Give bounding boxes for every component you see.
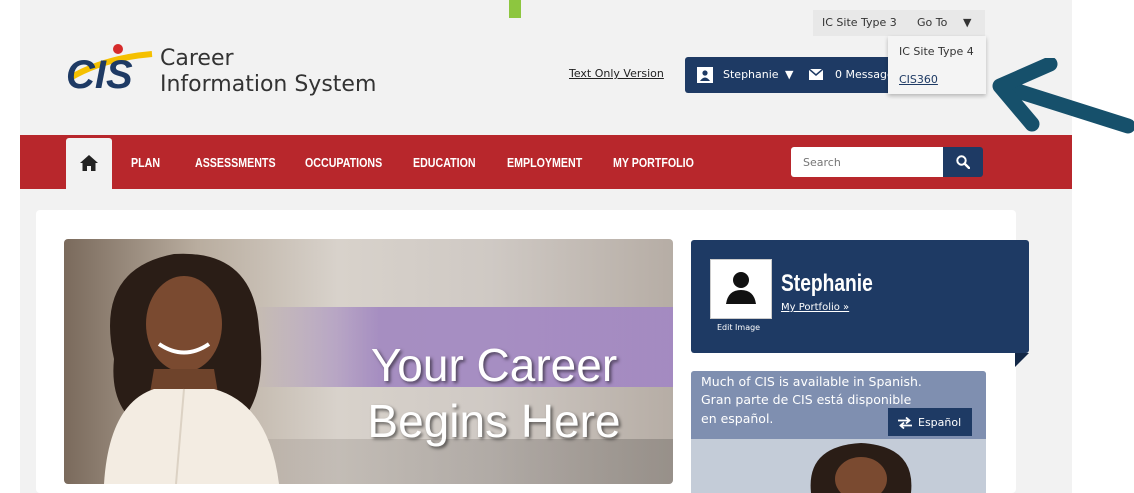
- home-tab[interactable]: [66, 138, 112, 189]
- search-button[interactable]: [943, 147, 983, 177]
- green-accent-bar: [509, 0, 521, 18]
- hero-person-image: [104, 253, 279, 484]
- goto-label[interactable]: Go To: [917, 16, 947, 29]
- site-type-selector[interactable]: IC Site Type 3 Go To ▼: [813, 10, 985, 36]
- current-site-type: IC Site Type 3: [822, 16, 897, 29]
- user-silhouette-icon: [726, 272, 756, 304]
- svg-text:CIS: CIS: [66, 53, 133, 96]
- messages-count[interactable]: 0 Messages: [835, 68, 895, 81]
- swap-arrows-icon: [898, 417, 912, 429]
- my-portfolio-link[interactable]: My Portfolio »: [781, 302, 849, 313]
- hero-title-line-2: Begins Here: [367, 395, 621, 447]
- spanish-text-line-1: Much of CIS is available in Spanish.: [701, 374, 922, 389]
- home-icon: [80, 155, 98, 171]
- edit-image-link[interactable]: Edit Image: [717, 323, 760, 332]
- text-only-version-link[interactable]: Text Only Version: [569, 67, 664, 80]
- user-name[interactable]: Stephanie: [723, 68, 779, 81]
- goto-dropdown-menu: IC Site Type 4 CIS360: [888, 36, 986, 94]
- spanish-text-line-3: en español.: [701, 411, 774, 426]
- hero-title-line-1: Your Career: [370, 339, 618, 391]
- nav-occupations[interactable]: OCCUPATIONS: [305, 155, 382, 170]
- cis-logo[interactable]: CIS Career Information System: [64, 40, 404, 100]
- dropdown-option-cis360[interactable]: CIS360: [899, 73, 938, 86]
- nav-my-portfolio[interactable]: MY PORTFOLIO: [613, 155, 694, 170]
- card-fold-icon: [1015, 353, 1029, 367]
- logo-wordmark: Career Information System: [160, 46, 376, 98]
- spanish-card-person-image: [810, 443, 912, 493]
- chevron-down-icon[interactable]: ▼: [785, 68, 793, 81]
- logo-line-2: Information System: [160, 72, 377, 97]
- espanol-label: Español: [918, 416, 962, 429]
- search-field[interactable]: [791, 147, 943, 177]
- espanol-button[interactable]: Español: [888, 408, 972, 436]
- search-input[interactable]: [801, 147, 935, 177]
- user-menu-bar[interactable]: Stephanie ▼ 0 Messages: [685, 57, 895, 93]
- nav-plan[interactable]: PLAN: [131, 155, 160, 170]
- spanish-text-line-2: Gran parte de CIS está disponible: [701, 392, 912, 407]
- nav-education[interactable]: EDUCATION: [413, 155, 476, 170]
- dropdown-option-site-type-4[interactable]: IC Site Type 4: [899, 45, 974, 58]
- nav-assessments[interactable]: ASSESSMENTS: [195, 155, 276, 170]
- cis-logo-mark-icon: CIS: [66, 44, 153, 96]
- user-icon: [697, 67, 713, 83]
- hero-title: Your Career Begins Here: [326, 337, 662, 449]
- profile-name: Stephanie: [781, 270, 873, 297]
- envelope-icon[interactable]: [808, 68, 824, 83]
- profile-avatar[interactable]: [710, 259, 772, 319]
- hero-banner[interactable]: Your Career Begins Here: [64, 239, 673, 484]
- nav-employment[interactable]: EMPLOYMENT: [507, 155, 582, 170]
- annotation-arrow-icon: [992, 58, 1134, 134]
- chevron-down-icon[interactable]: ▼: [963, 16, 971, 29]
- search-icon: [956, 155, 970, 169]
- logo-line-1: Career: [160, 46, 234, 71]
